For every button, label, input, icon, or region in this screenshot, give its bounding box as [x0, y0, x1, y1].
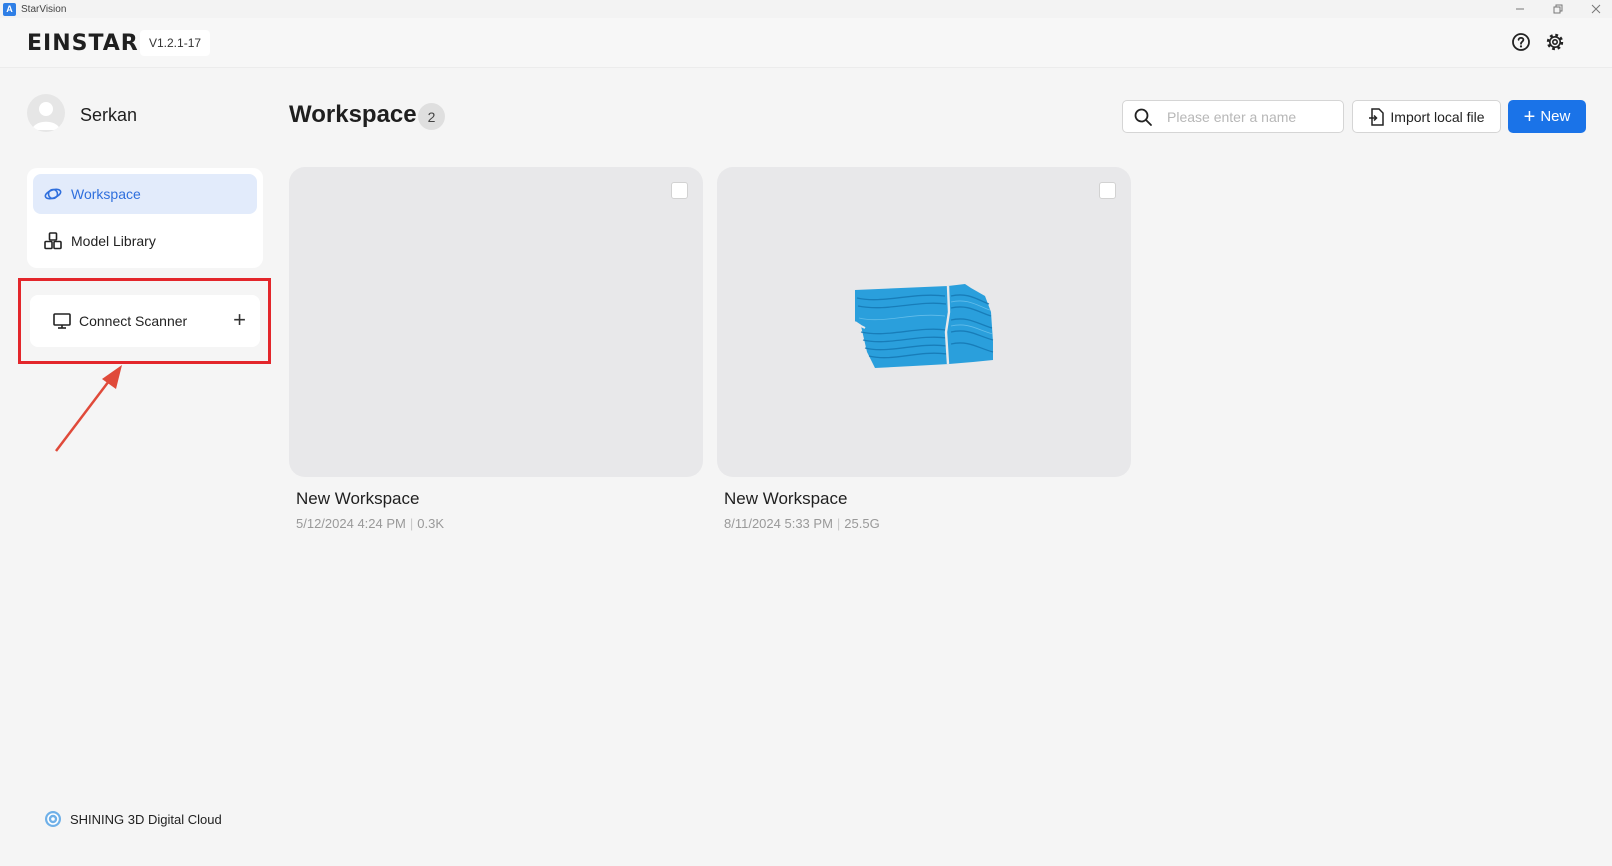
help-button[interactable] [1511, 32, 1531, 52]
workspace-card-date: 5/12/2024 4:24 PM [296, 516, 406, 531]
annotation-highlight-box [18, 278, 271, 364]
minimize-button[interactable] [1514, 3, 1526, 15]
user-name: Serkan [80, 105, 138, 125]
sidebar-item-workspace[interactable]: Workspace [33, 174, 257, 214]
brand-logo: EINSTAR [27, 31, 139, 56]
cloud-icon [44, 810, 62, 828]
gear-icon [1546, 33, 1564, 51]
workspace-card-size: 25.5G [844, 516, 880, 531]
window-controls [1514, 0, 1602, 18]
restore-icon [1553, 4, 1563, 14]
avatar[interactable] [27, 94, 65, 132]
search-box [1122, 100, 1344, 133]
sidebar-item-label: Workspace [71, 186, 141, 202]
workspace-card[interactable] [289, 167, 703, 477]
digital-cloud-label: SHINING 3D Digital Cloud [70, 811, 222, 827]
search-icon [1133, 107, 1153, 127]
scan-model-preview [854, 284, 994, 368]
new-workspace-button[interactable]: + New [1508, 100, 1586, 133]
close-button[interactable] [1590, 3, 1602, 15]
workspace-card-title: New Workspace [296, 489, 420, 508]
app-header: EINSTAR V1.2.1-17 [0, 18, 1612, 68]
help-icon [1512, 33, 1530, 51]
search-input[interactable] [1167, 108, 1327, 125]
minimize-icon [1516, 8, 1524, 10]
version-badge: V1.2.1-17 [140, 30, 211, 56]
annotation-arrow-icon [55, 365, 122, 452]
new-button-label: New [1540, 108, 1571, 125]
meta-separator: | [836, 516, 841, 531]
model-library-icon [43, 231, 63, 251]
plus-icon: + [1523, 105, 1536, 128]
import-file-icon [1368, 107, 1385, 126]
user-avatar-icon [32, 102, 60, 130]
sidebar-item-model-library[interactable]: Model Library [33, 221, 257, 261]
digital-cloud-link[interactable]: SHINING 3D Digital Cloud [44, 810, 222, 828]
settings-button[interactable] [1545, 32, 1565, 52]
workspace-card-date: 8/11/2024 5:33 PM [724, 516, 833, 531]
window-titlebar: A StarVision [0, 0, 1612, 18]
workspace-select-checkbox[interactable] [671, 182, 688, 199]
sidebar-item-label: Model Library [71, 233, 156, 249]
page-title: Workspace [289, 101, 417, 128]
import-local-file-label: Import local file [1390, 108, 1485, 125]
workspace-select-checkbox[interactable] [1099, 182, 1116, 199]
workspace-card-meta: 5/12/2024 4:24 PM | 0.3K [296, 516, 444, 531]
meta-separator: | [409, 516, 414, 531]
window-title: StarVision [21, 3, 67, 15]
workspace-card[interactable] [717, 167, 1131, 477]
app-icon: A [3, 2, 16, 16]
sidebar-nav: Workspace Model Library [27, 168, 263, 268]
workspace-card-size: 0.3K [417, 516, 444, 531]
workspace-card-meta: 8/11/2024 5:33 PM | 25.5G [724, 516, 880, 531]
restore-button[interactable] [1552, 3, 1564, 15]
close-icon [1591, 4, 1601, 14]
import-local-file-button[interactable]: Import local file [1352, 100, 1501, 133]
workspace-icon [43, 184, 63, 204]
workspace-card-title: New Workspace [724, 489, 848, 508]
workspace-count-badge: 2 [418, 103, 445, 130]
